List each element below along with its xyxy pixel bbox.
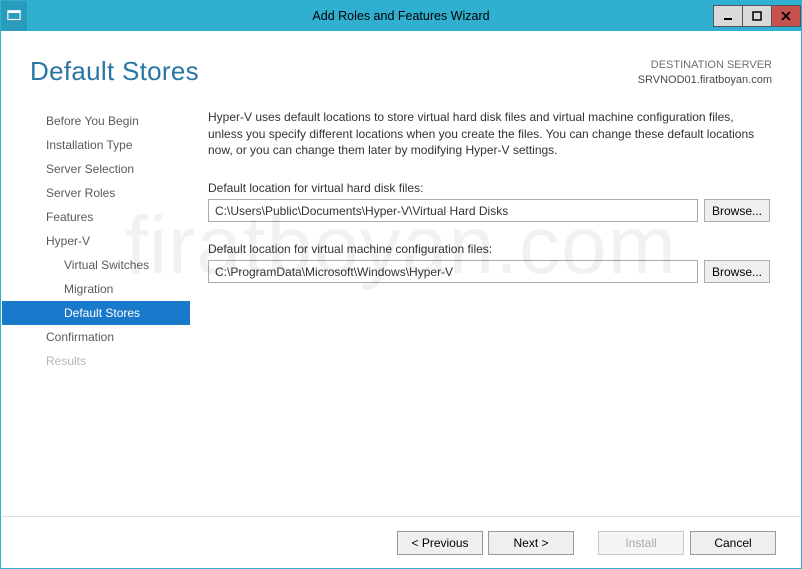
install-button[interactable]: Install: [598, 531, 684, 555]
next-button[interactable]: Next >: [488, 531, 574, 555]
wizard-step-confirmation[interactable]: Confirmation: [2, 325, 190, 349]
wizard-step-features[interactable]: Features: [2, 205, 190, 229]
wizard-step-default-stores[interactable]: Default Stores: [2, 301, 190, 325]
destination-name: SRVNOD01.firatboyan.com: [638, 73, 772, 88]
wizard-step-server-roles[interactable]: Server Roles: [2, 181, 190, 205]
page-title: Default Stores: [30, 56, 199, 87]
vhd-browse-button[interactable]: Browse...: [704, 199, 770, 222]
minimize-button[interactable]: [713, 5, 743, 27]
titlebar: Add Roles and Features Wizard: [1, 1, 801, 31]
wizard-step-migration[interactable]: Migration: [2, 277, 190, 301]
client-area: firatboyan.com Default Stores DESTINATIO…: [2, 32, 800, 568]
vmcfg-location-label: Default location for virtual machine con…: [208, 242, 770, 256]
cancel-button[interactable]: Cancel: [690, 531, 776, 555]
close-button[interactable]: [771, 5, 801, 27]
wizard-step-hyper-v[interactable]: Hyper-V: [2, 229, 190, 253]
vmcfg-location-input[interactable]: [208, 260, 698, 283]
vhd-location-row: Browse...: [208, 199, 770, 222]
window-controls: [714, 5, 801, 27]
wizard-step-installation-type[interactable]: Installation Type: [2, 133, 190, 157]
header-zone: Default Stores DESTINATION SERVER SRVNOD…: [2, 32, 800, 99]
previous-button[interactable]: < Previous: [397, 531, 483, 555]
maximize-button[interactable]: [742, 5, 772, 27]
intro-text: Hyper-V uses default locations to store …: [208, 109, 770, 159]
destination-label: DESTINATION SERVER: [638, 58, 772, 73]
wizard-step-server-selection[interactable]: Server Selection: [2, 157, 190, 181]
vmcfg-browse-button[interactable]: Browse...: [704, 260, 770, 283]
wizard-sidebar: Before You BeginInstallation TypeServer …: [2, 99, 190, 516]
wizard-step-before-you-begin[interactable]: Before You Begin: [2, 109, 190, 133]
wizard-step-virtual-switches[interactable]: Virtual Switches: [2, 253, 190, 277]
footer: < Previous Next > Install Cancel: [2, 516, 800, 568]
vmcfg-location-row: Browse...: [208, 260, 770, 283]
content-panel: Hyper-V uses default locations to store …: [190, 99, 800, 516]
vhd-location-input[interactable]: [208, 199, 698, 222]
body-zone: Before You BeginInstallation TypeServer …: [2, 99, 800, 516]
system-icon: [1, 1, 27, 31]
wizard-step-results: Results: [2, 349, 190, 373]
vhd-location-label: Default location for virtual hard disk f…: [208, 181, 770, 195]
window-title: Add Roles and Features Wizard: [1, 9, 801, 23]
destination-server: DESTINATION SERVER SRVNOD01.firatboyan.c…: [638, 58, 772, 89]
